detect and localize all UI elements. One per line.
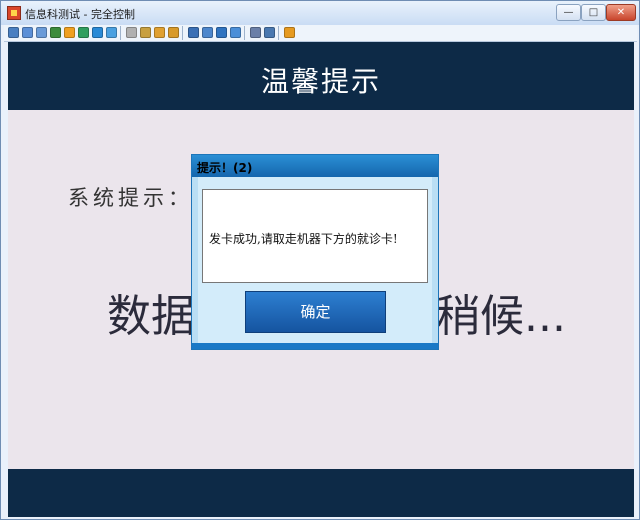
- toolbar-separator: [182, 26, 183, 40]
- alert-dialog: 提示！(2) 发卡成功,请取走机器下方的就诊卡! 确定: [191, 154, 439, 350]
- system-prompt-label: 系统提示：: [68, 186, 193, 210]
- image-icon[interactable]: [36, 27, 47, 38]
- loading-text-left: 数据: [107, 291, 195, 342]
- window-title: 信息科测试 - 完全控制: [25, 8, 135, 21]
- dialog-title: 提示！(2): [197, 161, 253, 175]
- toolbar: [4, 25, 637, 42]
- network-icon[interactable]: [154, 27, 165, 38]
- settings-icon[interactable]: [168, 27, 179, 38]
- dialog-titlebar[interactable]: 提示！(2): [192, 155, 438, 177]
- loading-text-right: 稍候...: [436, 291, 566, 342]
- window-titlebar[interactable]: 信息科测试 - 完全控制 — □ ✕: [1, 1, 639, 25]
- toolbar-separator: [244, 26, 245, 40]
- chat-icon[interactable]: [106, 27, 117, 38]
- page-title: 温馨提示: [260, 65, 381, 98]
- toolbar-separator: [120, 26, 121, 40]
- app-icon: [7, 6, 21, 20]
- wrench-icon[interactable]: [264, 27, 275, 38]
- dialog-message: 发卡成功,请取走机器下方的就诊卡!: [209, 232, 398, 246]
- footer-bar: [8, 469, 634, 517]
- ok-button[interactable]: 确定: [245, 291, 386, 333]
- link-icon[interactable]: [78, 27, 89, 38]
- dialog-body: 发卡成功,请取走机器下方的就诊卡! 确定: [198, 177, 432, 343]
- screen-icon[interactable]: [22, 27, 33, 38]
- copy-icon[interactable]: [250, 27, 261, 38]
- dialog-bottom-bar: [192, 343, 438, 349]
- tool-icon[interactable]: [50, 27, 61, 38]
- user-icon[interactable]: [140, 27, 151, 38]
- warning-icon[interactable]: [64, 27, 75, 38]
- display-icon[interactable]: [216, 27, 227, 38]
- fullscreen-icon[interactable]: [202, 27, 213, 38]
- maximize-button[interactable]: □: [581, 4, 606, 21]
- phone-icon[interactable]: [92, 27, 103, 38]
- dialog-message-box: 发卡成功,请取走机器下方的就诊卡!: [202, 189, 428, 283]
- window-icon[interactable]: [188, 27, 199, 38]
- lock-icon[interactable]: [126, 27, 137, 38]
- close-button[interactable]: ✕: [606, 4, 636, 21]
- toolbar-separator: [278, 26, 279, 40]
- minimize-button[interactable]: —: [556, 4, 581, 21]
- tile-icon[interactable]: [230, 27, 241, 38]
- exit-icon[interactable]: [284, 27, 295, 38]
- header-bar: 温馨提示: [8, 42, 634, 110]
- monitor-icon[interactable]: [8, 27, 19, 38]
